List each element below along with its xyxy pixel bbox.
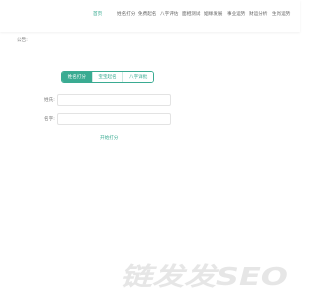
tab-name-score[interactable]: 姓名打分 xyxy=(62,72,92,82)
watermark-text: 链发发SEO xyxy=(120,262,288,290)
tab-bazi-detail[interactable]: 八字详批 xyxy=(122,72,153,82)
start-scoring-button[interactable]: 开始打分 xyxy=(100,135,118,141)
notice-label: 公告: xyxy=(17,38,28,43)
nav-item-home[interactable]: 首页 xyxy=(93,11,102,17)
service-tabs: 姓名打分 宝宝起名 八字详批 xyxy=(61,71,154,83)
nav-item-free-naming[interactable]: 免费起名 xyxy=(138,11,156,17)
tab-baby-naming[interactable]: 宝宝起名 xyxy=(91,72,123,82)
name-input[interactable] xyxy=(57,113,171,125)
nav-item-zodiac[interactable]: 生肖运势 xyxy=(272,11,290,17)
name-label: 名字: xyxy=(44,117,55,122)
watermark-logo: 链发发SEO xyxy=(120,262,288,290)
nav-item-bazi[interactable]: 八字评估 xyxy=(160,11,178,17)
nav-item-marriage[interactable]: 姻缘发展 xyxy=(204,11,222,17)
nav-item-name-score[interactable]: 姓名打分 xyxy=(117,11,135,17)
nav-item-career[interactable]: 事业运势 xyxy=(227,11,245,17)
top-navigation-bar: 首页 姓名打分 免费起名 八字评估 面相测试 姻缘发展 事业运势 财运分析 生肖… xyxy=(0,0,300,32)
surname-input[interactable] xyxy=(57,94,171,106)
surname-label: 姓氏: xyxy=(44,98,55,103)
nav-item-wealth[interactable]: 财运分析 xyxy=(249,11,267,17)
nav-item-face-test[interactable]: 面相测试 xyxy=(182,11,200,17)
